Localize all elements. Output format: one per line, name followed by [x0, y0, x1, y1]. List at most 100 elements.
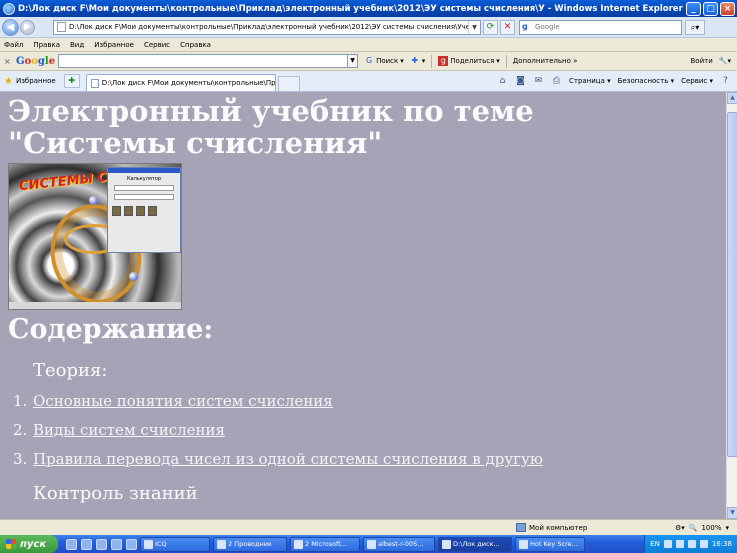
search-box[interactable]: g: [519, 19, 682, 35]
toc-item: 1. Основные понятия систем счисления: [13, 392, 543, 421]
print-icon[interactable]: ⎙: [551, 76, 562, 87]
scroll-down-icon[interactable]: ▼: [727, 507, 737, 519]
puzzle-button[interactable]: ✚ ▾: [410, 56, 425, 66]
home-icon[interactable]: ⌂: [497, 76, 508, 87]
windows-flag-icon: [6, 539, 16, 549]
command-bar: ⌂ ◙ ✉ ⎙ Страница ▾ Безопасность ▾ Сервис…: [497, 76, 731, 87]
zoom-icon: 🔍: [688, 523, 698, 532]
menu-view[interactable]: Вид: [70, 41, 84, 49]
share-icon: g: [438, 56, 449, 66]
close-button[interactable]: ×: [720, 1, 735, 16]
toc-item: 2. Виды систем счисления: [13, 421, 543, 450]
taskbar-button-explorer[interactable]: 2 Проводник: [213, 536, 287, 552]
favorites-button[interactable]: Избранное: [16, 77, 56, 85]
taskbar-button-albest[interactable]: albest-r-005...: [363, 536, 435, 552]
menu-help[interactable]: Справка: [180, 41, 211, 49]
back-button[interactable]: ◀: [2, 18, 19, 36]
browser-tab[interactable]: D:\Лок диск F\Мои документы\контрольные\…: [85, 74, 276, 91]
quick-launch: [66, 538, 137, 550]
google-search-dropdown-icon[interactable]: ▼: [348, 54, 359, 68]
zoom-level[interactable]: 100%: [701, 524, 721, 532]
toolbar-separator: [505, 54, 507, 68]
stop-icon[interactable]: ✕: [500, 19, 515, 35]
zoom-control[interactable]: ⚙▾ 🔍 100% ▾: [675, 524, 729, 532]
tools-menu[interactable]: Сервис ▾: [681, 77, 713, 85]
address-url[interactable]: D:\Лок диск F\Мои документы\контрольные\…: [69, 23, 468, 31]
menu-tools[interactable]: Сервис: [144, 41, 170, 49]
favorites-star-icon[interactable]: ★: [4, 76, 13, 87]
new-tab-button[interactable]: [277, 76, 300, 91]
maximize-button[interactable]: □: [703, 1, 718, 16]
cover-footer: [9, 302, 181, 309]
toc-link-types[interactable]: Виды систем счисления: [33, 421, 225, 450]
control-heading: Контроль знаний: [33, 483, 198, 504]
address-dropdown-icon[interactable]: ▼: [468, 20, 480, 34]
mail-icon[interactable]: ✉: [533, 76, 544, 87]
tray-icon[interactable]: [675, 540, 684, 548]
google-search-icon: g: [522, 22, 528, 31]
quick-launch-icon[interactable]: [66, 538, 77, 550]
clock[interactable]: 16:38: [712, 540, 732, 548]
google-logo: Google: [16, 55, 56, 67]
taskbar-button-ie[interactable]: D:\Лок диск...: [438, 536, 512, 552]
toc-link-basics[interactable]: Основные понятия систем счисления: [33, 392, 333, 421]
share-button[interactable]: g Поделиться ▾: [438, 56, 500, 66]
ball-graphic: [89, 196, 98, 205]
page-menu[interactable]: Страница ▾: [569, 77, 611, 85]
ie-icon: [3, 2, 15, 15]
calculator-icons: [112, 206, 176, 216]
favorites-bar: ★ Избранное ✚ D:\Лок диск F\Мои документ…: [0, 71, 737, 92]
forward-button[interactable]: ▶: [20, 19, 35, 35]
address-row: ◀ ▶ D:\Лок диск F\Мои документы\контроль…: [0, 17, 737, 38]
wrench-icon[interactable]: 🔧▾: [719, 57, 731, 65]
calculator-title-bar: [108, 168, 180, 173]
ball-graphic: [129, 272, 138, 281]
language-indicator[interactable]: EN: [650, 540, 660, 548]
search-button[interactable]: ⌕▾: [685, 19, 705, 35]
page-icon: [90, 78, 99, 88]
close-toolbar-icon[interactable]: ×: [4, 57, 16, 66]
add-favorite-icon[interactable]: ✚: [63, 74, 80, 88]
google-search-button[interactable]: G Поиск ▾: [364, 56, 404, 66]
vertical-scrollbar[interactable]: ▲ ▼: [726, 92, 737, 519]
more-button[interactable]: Дополнительно »: [513, 57, 578, 65]
window-title: D:\Лок диск F\Мои документы\контрольные\…: [18, 3, 683, 14]
refresh-icon[interactable]: ⟳: [483, 19, 498, 35]
google-toolbar: × Google ▼ G Поиск ▾ ✚ ▾ g Поделиться ▾ Д…: [0, 52, 737, 71]
safety-menu[interactable]: Безопасность ▾: [618, 77, 674, 85]
menu-edit[interactable]: Правка: [33, 41, 60, 49]
status-bar: Мой компьютер ⚙▾ 🔍 100% ▾: [0, 519, 737, 535]
tray-icon[interactable]: [663, 540, 672, 548]
help-icon[interactable]: ?: [720, 76, 731, 87]
taskbar-button-microsoft[interactable]: 2 Microsoft...: [290, 536, 360, 552]
zone-label: Мой компьютер: [529, 523, 588, 532]
protected-mode-icon[interactable]: ⚙▾: [675, 524, 685, 532]
tray-icon[interactable]: [687, 540, 696, 548]
menu-file[interactable]: Файл: [4, 41, 23, 49]
menu-favorites[interactable]: Избранное: [94, 41, 134, 49]
taskbar-button-hotkey[interactable]: Hot Key Scre...: [515, 536, 585, 552]
theory-heading: Теория:: [33, 360, 108, 381]
window-title-bar[interactable]: D:\Лок диск F\Мои документы\контрольные\…: [0, 0, 737, 17]
scroll-up-icon[interactable]: ▲: [727, 92, 737, 104]
tray-icon[interactable]: [699, 540, 708, 548]
search-input[interactable]: [535, 23, 681, 31]
google-search-input[interactable]: [58, 54, 349, 68]
page-title: Электронный учебник по теме "Системы счи…: [8, 94, 534, 160]
feeds-icon[interactable]: ◙: [515, 76, 526, 87]
scroll-thumb[interactable]: [727, 112, 737, 457]
quick-launch-icon[interactable]: [96, 538, 107, 550]
system-tray: EN 16:38: [644, 535, 737, 553]
toc-link-conversion[interactable]: Правила перевода чисел из одной системы …: [33, 450, 543, 479]
address-bar[interactable]: D:\Лок диск F\Мои документы\контрольные\…: [53, 19, 481, 35]
table-of-contents: 1. Основные понятия систем счисления 2. …: [13, 392, 543, 479]
taskbar-button-icq[interactable]: ICQ: [140, 536, 210, 552]
quick-launch-icon[interactable]: [126, 538, 137, 550]
start-button[interactable]: пуск: [0, 535, 58, 553]
quick-launch-icon[interactable]: [81, 538, 92, 550]
minimize-button[interactable]: _: [686, 1, 701, 16]
signin-button[interactable]: Войти: [691, 57, 713, 65]
quick-launch-icon[interactable]: [111, 538, 122, 550]
security-zone: Мой компьютер: [516, 523, 636, 532]
calculator-title: Калькулятор: [126, 176, 162, 182]
